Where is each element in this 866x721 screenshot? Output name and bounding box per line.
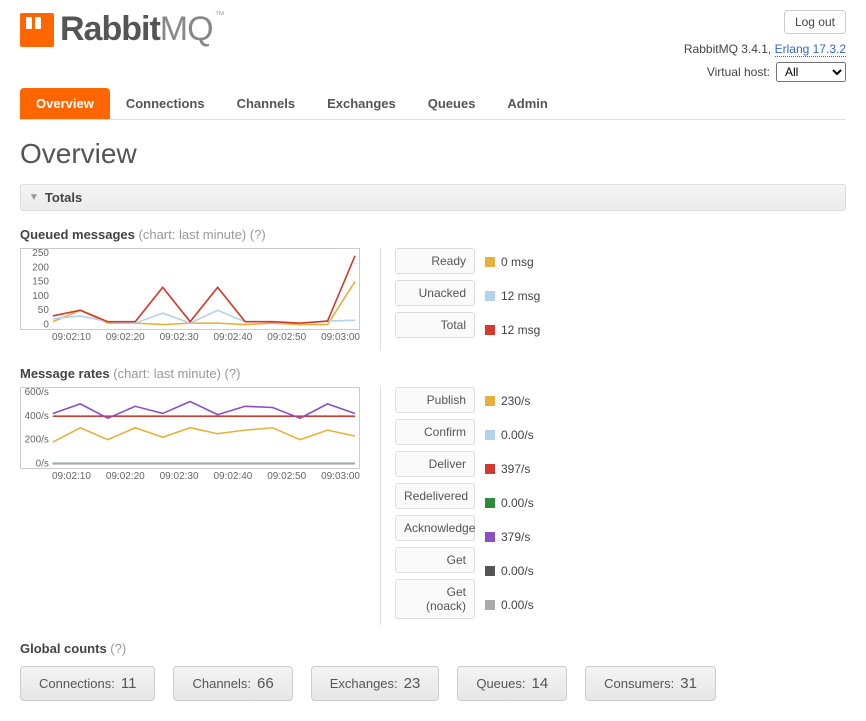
color-swatch xyxy=(485,325,495,335)
legend-value: 0.00/s xyxy=(485,489,534,517)
queued-x-axis: 09:02:10 09:02:20 09:02:30 09:02:40 09:02:50… xyxy=(20,330,360,343)
legend-label-unacked[interactable]: Unacked xyxy=(395,280,475,306)
version-line: RabbitMQ 3.4.1, Erlang 17.3.2 xyxy=(684,42,846,56)
count-box-queues[interactable]: Queues:14 xyxy=(457,666,567,701)
nav-item-queues[interactable]: Queues xyxy=(412,88,492,119)
queued-title: Queued messages (chart: last minute) (?) xyxy=(20,227,846,242)
global-counts-title: Global counts (?) xyxy=(20,641,846,656)
rates-chart: 600/s 400/s 200/s 0/s xyxy=(20,387,360,469)
legend-value: 0.00/s xyxy=(485,591,534,619)
queued-chart: 250 200 150 100 50 0 xyxy=(20,248,360,330)
erlang-link[interactable]: Erlang 17.3.2 xyxy=(775,42,846,57)
svg-text:200: 200 xyxy=(32,262,49,273)
color-swatch xyxy=(485,257,495,267)
logo-text-1: Rabbit xyxy=(60,10,160,48)
color-swatch xyxy=(485,600,495,610)
version-text: RabbitMQ 3.4.1, xyxy=(684,42,775,56)
tick-label: 09:02:30 xyxy=(160,332,199,343)
legend-label-total[interactable]: Total xyxy=(395,312,475,338)
logo: RabbitMQ™ xyxy=(20,10,224,49)
help-icon[interactable]: (?) xyxy=(110,641,126,656)
chevron-down-icon: ▼ xyxy=(29,192,39,203)
svg-text:150: 150 xyxy=(32,277,49,288)
nav-item-connections[interactable]: Connections xyxy=(110,88,221,119)
color-swatch xyxy=(485,464,495,474)
count-box-consumers[interactable]: Consumers:31 xyxy=(585,666,716,701)
legend-value: 12 msg xyxy=(485,282,540,310)
main-nav: OverviewConnectionsChannelsExchangesQueu… xyxy=(20,88,846,120)
tick-label: 09:02:10 xyxy=(52,332,91,343)
svg-text:400/s: 400/s xyxy=(25,411,49,422)
nav-item-channels[interactable]: Channels xyxy=(221,88,312,119)
color-swatch xyxy=(485,396,495,406)
svg-text:200/s: 200/s xyxy=(25,435,49,446)
svg-text:50: 50 xyxy=(38,305,50,316)
tick-label: 09:03:00 xyxy=(321,471,360,482)
color-swatch xyxy=(485,430,495,440)
count-box-channels[interactable]: Channels:66 xyxy=(173,666,292,701)
rabbit-icon xyxy=(20,13,54,47)
svg-text:250: 250 xyxy=(32,249,49,259)
tick-label: 09:02:50 xyxy=(267,471,306,482)
tick-label: 09:02:20 xyxy=(106,332,145,343)
legend-label-redelivered[interactable]: Redelivered xyxy=(395,483,475,509)
help-icon[interactable]: (?) xyxy=(225,366,241,381)
legend-value: 12 msg xyxy=(485,316,540,344)
color-swatch xyxy=(485,566,495,576)
section-totals-header[interactable]: ▼ Totals xyxy=(20,184,846,211)
count-box-exchanges[interactable]: Exchanges:23 xyxy=(311,666,440,701)
legend-value: 0 msg xyxy=(485,248,540,276)
legend-value: 0.00/s xyxy=(485,557,534,585)
legend-label-confirm[interactable]: Confirm xyxy=(395,419,475,445)
tick-label: 09:02:40 xyxy=(213,332,252,343)
vhost-label: Virtual host: xyxy=(707,65,770,79)
count-box-connections[interactable]: Connections:11 xyxy=(20,666,155,701)
rates-legend: Publish Confirm Deliver Redelivered Acknowle… xyxy=(380,387,534,625)
svg-text:100: 100 xyxy=(32,291,49,302)
page-title: Overview xyxy=(20,138,846,170)
legend-label-publish[interactable]: Publish xyxy=(395,387,475,413)
color-swatch xyxy=(485,498,495,508)
legend-label-get[interactable]: Get xyxy=(395,547,475,573)
tick-label: 09:02:30 xyxy=(160,471,199,482)
legend-label-get-noack-[interactable]: Get (noack) xyxy=(395,579,475,619)
rates-title: Message rates (chart: last minute) (?) xyxy=(20,366,846,381)
legend-label-deliver[interactable]: Deliver xyxy=(395,451,475,477)
rates-x-axis: 09:02:10 09:02:20 09:02:30 09:02:40 09:02:50… xyxy=(20,469,360,482)
tick-label: 09:03:00 xyxy=(321,332,360,343)
nav-item-admin[interactable]: Admin xyxy=(491,88,563,119)
vhost-select[interactable]: All xyxy=(776,62,846,82)
legend-value: 230/s xyxy=(485,387,534,415)
tick-label: 09:02:20 xyxy=(106,471,145,482)
legend-label-acknowledge[interactable]: Acknowledge xyxy=(395,515,475,541)
logout-button[interactable]: Log out xyxy=(784,10,846,34)
legend-value: 397/s xyxy=(485,455,534,483)
section-totals-label: Totals xyxy=(45,190,82,205)
queued-legend: Ready Unacked Total 0 msg 12 msg 12 msg xyxy=(380,248,540,350)
help-icon[interactable]: (?) xyxy=(250,227,266,242)
legend-value: 0.00/s xyxy=(485,421,534,449)
svg-text:600/s: 600/s xyxy=(25,388,49,398)
legend-label-ready[interactable]: Ready xyxy=(395,248,475,274)
logo-text-2: MQ xyxy=(160,10,213,48)
nav-item-overview[interactable]: Overview xyxy=(20,88,110,119)
tick-label: 09:02:10 xyxy=(52,471,91,482)
svg-text:0/s: 0/s xyxy=(36,459,49,468)
legend-value: 379/s xyxy=(485,523,534,551)
color-swatch xyxy=(485,532,495,542)
global-counts: Connections:11 Channels:66 Exchanges:23 Que… xyxy=(20,666,846,701)
svg-text:0: 0 xyxy=(43,320,49,329)
color-swatch xyxy=(485,291,495,301)
tick-label: 09:02:40 xyxy=(213,471,252,482)
tick-label: 09:02:50 xyxy=(267,332,306,343)
nav-item-exchanges[interactable]: Exchanges xyxy=(311,88,412,119)
logo-tm: ™ xyxy=(215,10,224,21)
